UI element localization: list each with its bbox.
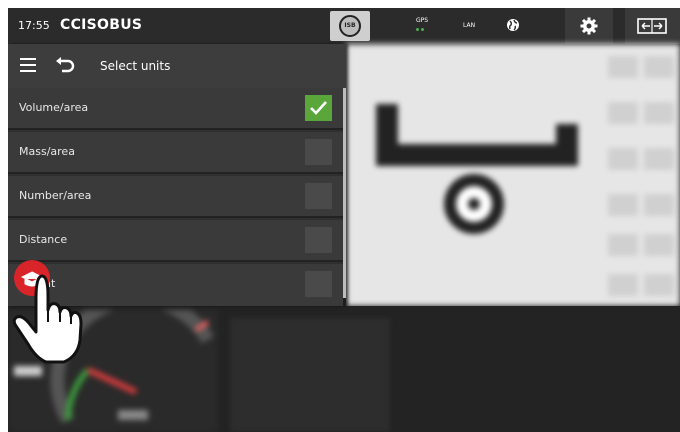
unit-option-mass-area[interactable]: Mass/area	[8, 132, 343, 174]
isb-button[interactable]: ISB	[330, 11, 370, 41]
gear-icon	[580, 17, 598, 35]
settings-button[interactable]	[565, 8, 613, 44]
isb-stop-icon: ISB	[339, 15, 361, 37]
unit-checkbox[interactable]	[305, 139, 332, 165]
unit-option-number-area[interactable]: Number/area	[8, 176, 343, 218]
unit-checkbox[interactable]	[305, 183, 332, 209]
clock: 17:55	[18, 19, 50, 32]
background-machine-view	[346, 44, 680, 306]
trailer-icon	[376, 56, 674, 296]
unit-option-label: Distance	[19, 233, 68, 246]
swap-screen-button[interactable]	[625, 8, 680, 44]
globe-icon	[507, 19, 519, 31]
background-tile	[230, 318, 390, 432]
unit-checkbox[interactable]	[305, 227, 332, 253]
panel-title: Select units	[100, 59, 171, 73]
unit-checkbox-checked[interactable]	[305, 95, 332, 121]
scrollbar-thumb[interactable]	[343, 88, 346, 298]
terminal-screen: 17:55 CCISOBUS ISB GPS LAN Select units …	[8, 8, 680, 432]
unit-option-volume-area[interactable]: Volume/area	[8, 88, 343, 130]
unit-option-label: Volume/area	[19, 101, 89, 114]
unit-option-label: Number/area	[19, 189, 92, 202]
gps-status-icon	[416, 26, 426, 29]
panel-header: Select units	[8, 44, 346, 89]
brand-logo: CCISOBUS	[60, 17, 143, 33]
swap-screen-icon	[637, 18, 667, 34]
back-arrow-icon[interactable]	[54, 55, 76, 75]
status-bar: 17:55 CCISOBUS ISB GPS LAN	[8, 8, 680, 44]
unit-checkbox[interactable]	[305, 271, 332, 297]
lan-indicator: LAN	[463, 22, 476, 29]
checkmark-icon	[310, 101, 327, 115]
touch-hand-icon	[12, 260, 83, 364]
hamburger-menu-icon[interactable]	[20, 58, 36, 72]
gps-label: GPS	[416, 17, 429, 24]
unit-option-label: Mass/area	[19, 145, 75, 158]
unit-option-distance[interactable]: Distance	[8, 220, 343, 262]
gps-indicator: GPS	[416, 17, 428, 29]
